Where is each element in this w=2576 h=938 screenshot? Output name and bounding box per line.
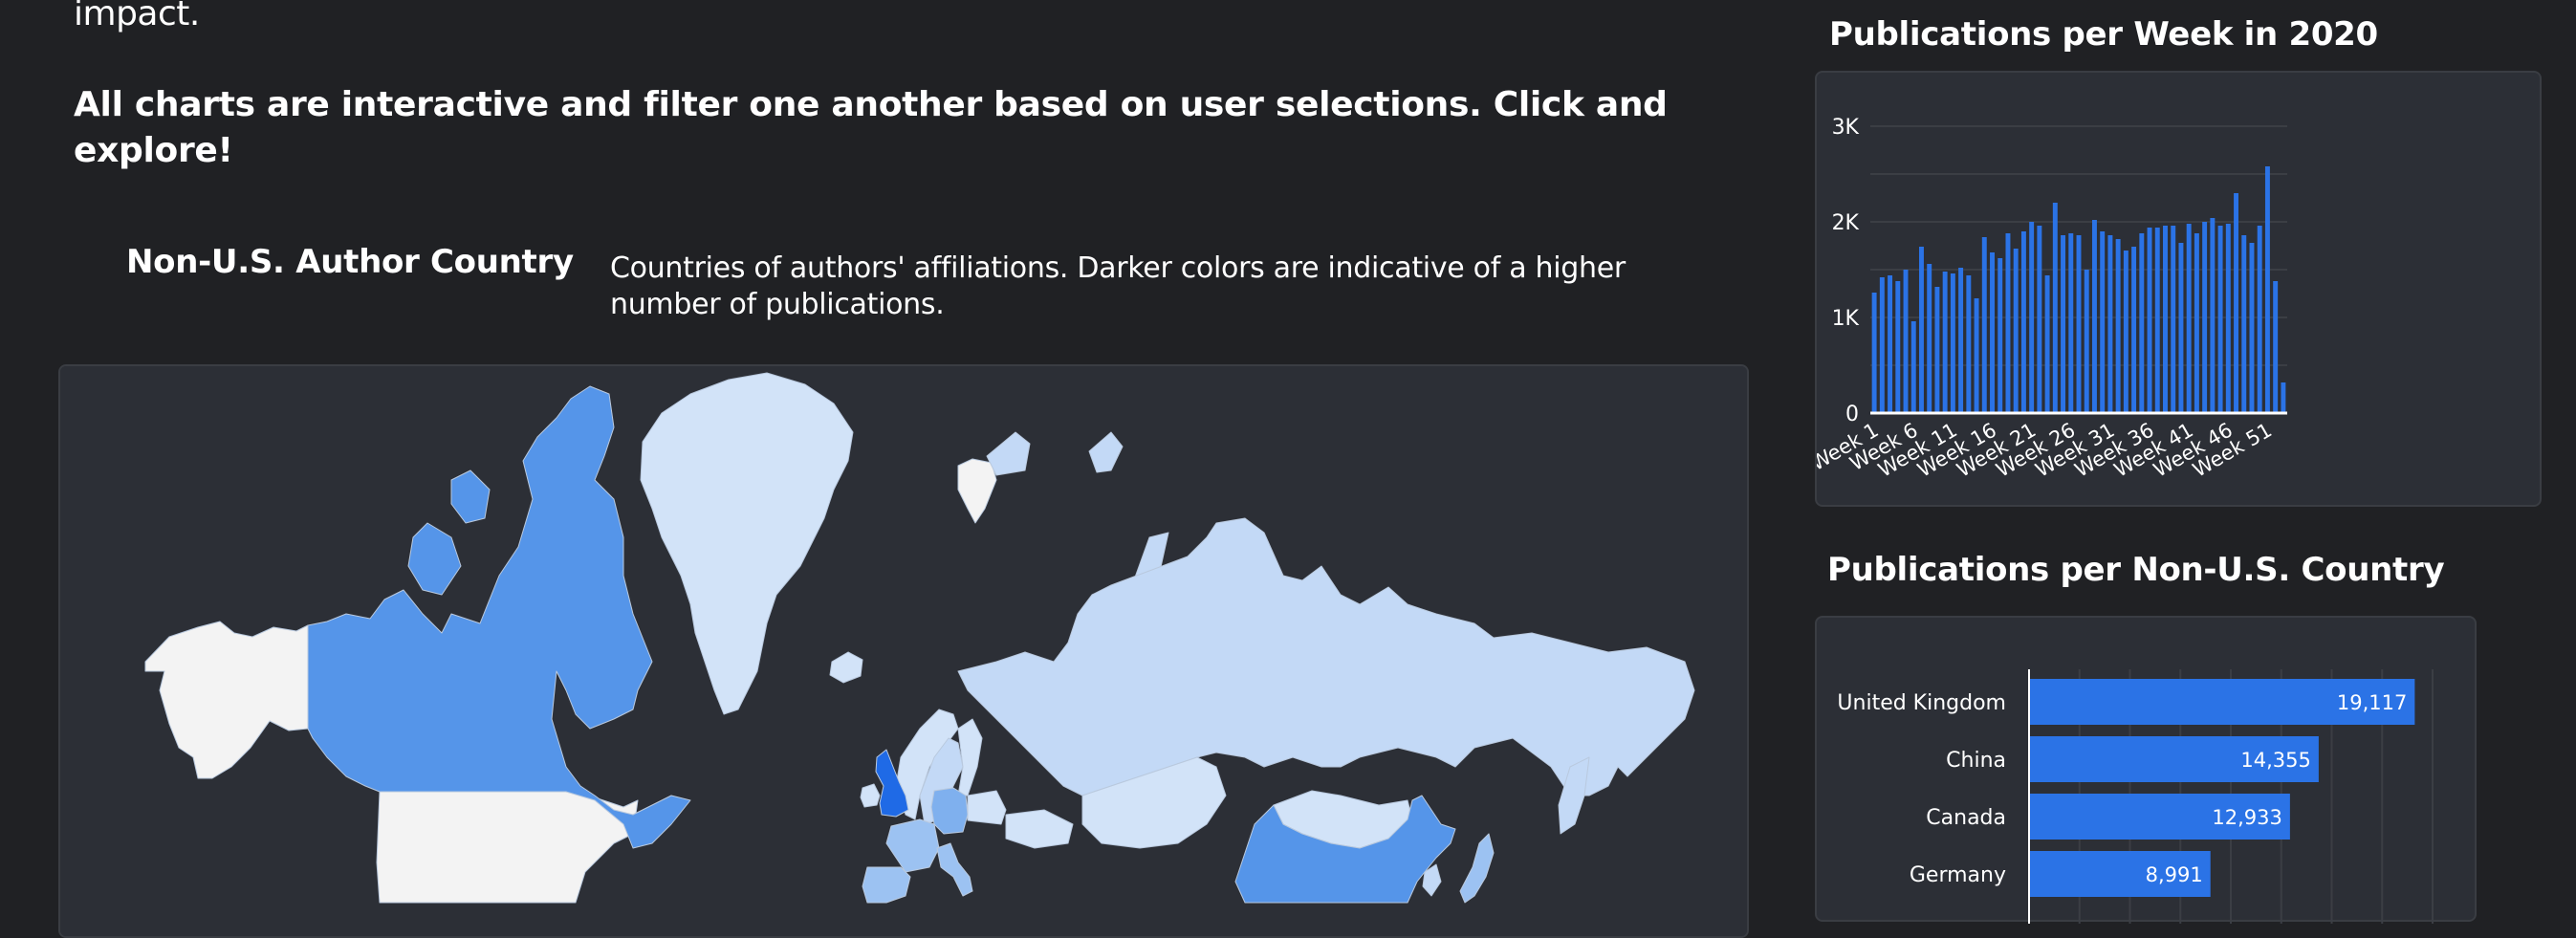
week-bar[interactable] xyxy=(2091,220,2097,413)
week-bar[interactable] xyxy=(2044,275,2050,413)
country-value-label: 14,355 xyxy=(2240,749,2310,772)
week-chart-title: Publications per Week in 2020 xyxy=(1829,15,2378,54)
country-chart-panel: United Kingdom 19,117 China 14,355 Canada 12,… xyxy=(1815,616,2478,924)
week-bar[interactable] xyxy=(2139,233,2145,413)
week-bar[interactable] xyxy=(1990,252,1995,413)
week-bar[interactable] xyxy=(2257,226,2262,413)
week-bar[interactable] xyxy=(2225,224,2231,413)
week-bar[interactable] xyxy=(2147,228,2152,413)
week-bar[interactable] xyxy=(1958,268,1964,413)
week-bar-chart[interactable]: 01K2K3KWeek 1Week 6Week 11Week 16Week 21… xyxy=(1806,73,2543,509)
week-bar[interactable] xyxy=(2029,222,2035,413)
map-description: Countries of authors' affiliations. Dark… xyxy=(610,251,1626,321)
week-bar[interactable] xyxy=(1919,247,1924,413)
country-value-label: 12,933 xyxy=(2212,806,2281,829)
country-label: Canada xyxy=(1926,806,2006,830)
week-bar[interactable] xyxy=(2061,235,2066,413)
week-bar[interactable] xyxy=(1910,321,1916,413)
week-bar[interactable] xyxy=(1974,298,1979,413)
week-bar[interactable] xyxy=(1997,258,2003,413)
week-bar[interactable] xyxy=(1903,270,1909,413)
week-bar[interactable] xyxy=(1895,281,1901,413)
y-tick-label: 0 xyxy=(1845,403,1859,426)
week-bar[interactable] xyxy=(2068,233,2074,413)
week-bar[interactable] xyxy=(2217,226,2223,413)
week-bar[interactable] xyxy=(2107,235,2113,413)
week-bar[interactable] xyxy=(2186,224,2192,413)
country-label: China xyxy=(1946,749,2006,773)
choropleth-map[interactable] xyxy=(60,366,1749,938)
week-bar[interactable] xyxy=(2100,231,2106,413)
intro-text-tail: impact. xyxy=(74,0,200,33)
week-bar[interactable] xyxy=(1966,275,1972,413)
week-bar[interactable] xyxy=(2084,270,2089,413)
country-value-label: 8,991 xyxy=(2146,863,2203,886)
week-bar[interactable] xyxy=(1871,293,1877,413)
y-tick-label: 3K xyxy=(1832,116,1860,140)
week-bar[interactable] xyxy=(2131,247,2137,413)
week-chart-panel: 0 1K 2K 3K Week 1 Week 6 Week 11 Week 16 Week 21… xyxy=(1806,71,2543,509)
y-tick-label: 1K xyxy=(1832,307,1860,331)
week-bar[interactable] xyxy=(2171,226,2176,413)
week-bar[interactable] xyxy=(2163,226,2168,413)
week-bar[interactable] xyxy=(2202,222,2208,413)
week-bar[interactable] xyxy=(2234,193,2238,413)
map-panel xyxy=(58,364,1749,938)
week-bar[interactable] xyxy=(1934,287,1940,413)
week-bar[interactable] xyxy=(1981,237,1987,413)
week-bar[interactable] xyxy=(1950,273,1955,413)
week-bar[interactable] xyxy=(2052,203,2058,413)
intro-instructions: All charts are interactive and filter on… xyxy=(74,85,1668,170)
week-bar[interactable] xyxy=(1927,264,1932,413)
week-bar[interactable] xyxy=(2210,218,2216,413)
week-bar[interactable] xyxy=(2076,235,2082,413)
map-title: Non-U.S. Author Country xyxy=(126,243,574,281)
week-bar[interactable] xyxy=(1942,272,1948,413)
week-bar[interactable] xyxy=(2154,228,2160,413)
week-bar[interactable] xyxy=(2281,382,2286,413)
week-bar[interactable] xyxy=(2020,231,2026,413)
week-bar[interactable] xyxy=(2249,243,2255,413)
week-bar[interactable] xyxy=(2013,249,2019,413)
week-bar[interactable] xyxy=(2115,239,2121,413)
week-bar[interactable] xyxy=(2264,166,2270,413)
y-tick-label: 2K xyxy=(1832,211,1860,235)
week-bar[interactable] xyxy=(2005,233,2011,413)
country-value-label: 19,117 xyxy=(2337,691,2407,714)
week-bar[interactable] xyxy=(2241,235,2247,413)
week-bar[interactable] xyxy=(1888,275,1893,413)
week-bar[interactable] xyxy=(2194,233,2199,413)
country-chart-title: Publications per Non-U.S. Country xyxy=(1827,551,2445,589)
region-germany[interactable] xyxy=(930,787,969,835)
week-bar[interactable] xyxy=(2273,281,2279,413)
week-bar[interactable] xyxy=(1879,277,1885,413)
country-label: Germany xyxy=(1910,863,2006,887)
country-bar-chart[interactable]: United Kingdom 19,117 China 14,355 Canada 12,… xyxy=(1817,618,2478,924)
week-bar[interactable] xyxy=(2037,226,2042,413)
week-bar[interactable] xyxy=(2178,243,2184,413)
week-bar[interactable] xyxy=(2123,251,2128,413)
country-label: United Kingdom xyxy=(1837,691,2006,715)
